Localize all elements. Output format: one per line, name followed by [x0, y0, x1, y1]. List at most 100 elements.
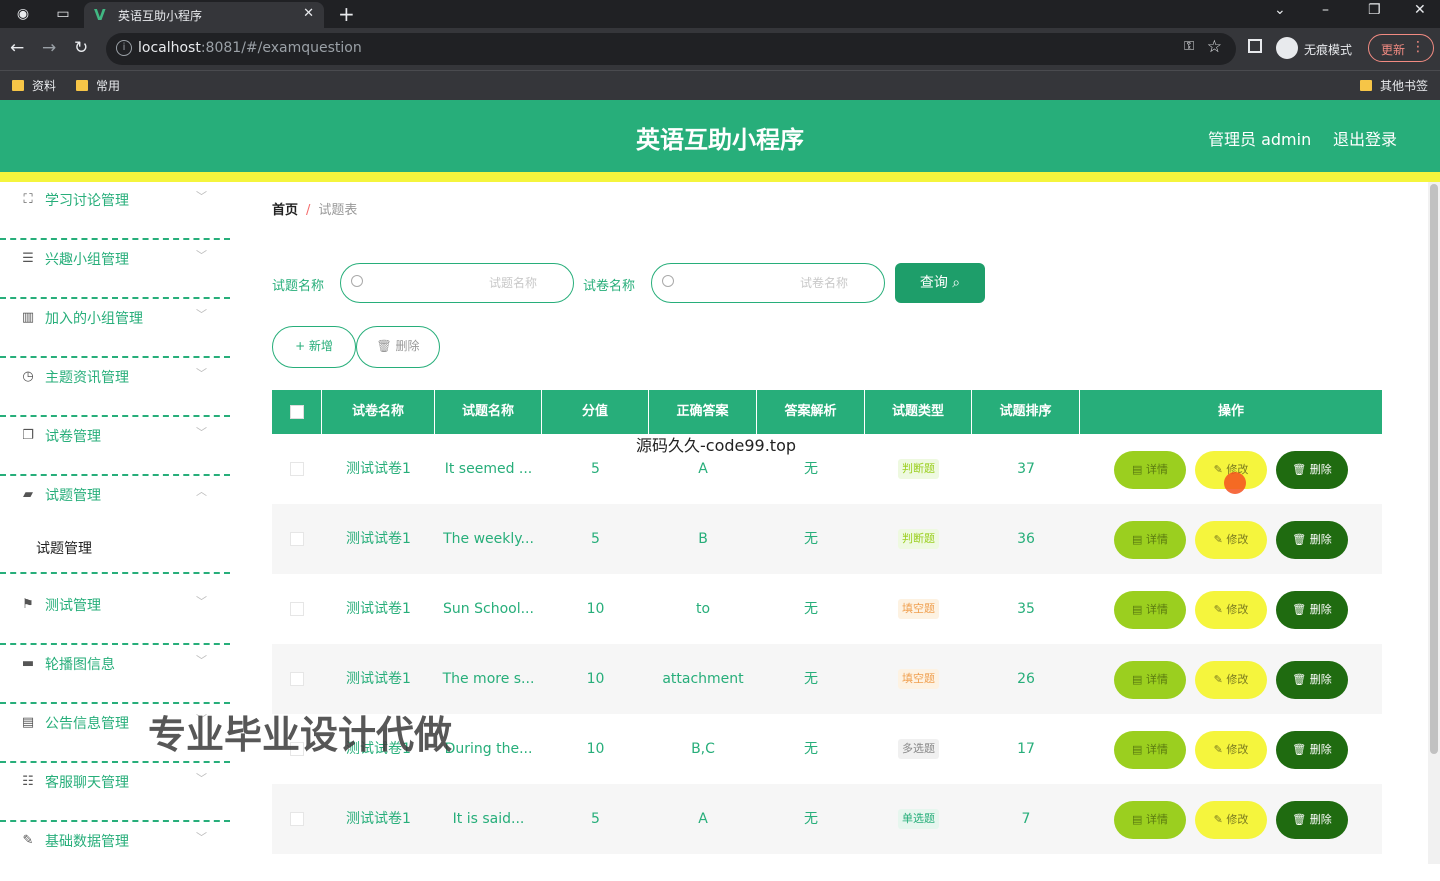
mouse-cursor-indicator: [1224, 472, 1246, 494]
document-icon: ▤: [1132, 673, 1143, 686]
other-bookmarks[interactable]: 其他书签: [1360, 77, 1428, 94]
batch-delete-button[interactable]: 🗑 删除: [356, 326, 440, 368]
cell-score: 5: [591, 531, 600, 547]
tab-search-icon[interactable]: ⌄: [1274, 2, 1286, 18]
paper-name-label: 试卷名称: [583, 279, 636, 294]
key-icon[interactable]: ⚿: [1184, 39, 1194, 54]
more-icon[interactable]: ⋮: [1411, 39, 1425, 55]
sidebar-item-base-data[interactable]: ✎ 基础数据管理 ﹀: [0, 823, 230, 881]
window-close-icon[interactable]: ✕: [1414, 2, 1426, 18]
delete-button[interactable]: 🗑 删除: [1276, 731, 1348, 769]
logout-link[interactable]: 退出登录: [1333, 126, 1397, 150]
page-scrollbar[interactable]: [1428, 182, 1440, 864]
reload-icon[interactable]: ↻: [74, 38, 88, 58]
query-button[interactable]: 查询 ⌕: [895, 263, 985, 303]
row-select-cell: [272, 504, 322, 574]
table-row[interactable]: 测试试卷1 It is said... 5 A 无 单选题 7 ▤ 详情 ✎ 修改 🗑 删除: [272, 784, 1382, 854]
paper-name-field[interactable]: [651, 263, 885, 303]
forward-icon[interactable]: →: [42, 38, 56, 58]
sidebar-item-service-chat[interactable]: ☷ 客服聊天管理 ﹀: [0, 764, 230, 822]
question-type-tag: 单选题: [898, 809, 939, 829]
update-button[interactable]: 更新 ⋮: [1368, 34, 1434, 62]
bookmark-folder[interactable]: 常用: [76, 77, 120, 94]
bookmark-folder[interactable]: 资料: [12, 77, 56, 94]
cell-order: 7: [1021, 811, 1031, 827]
folder-icon: [1360, 80, 1372, 91]
chevron-down-icon: ﹀: [196, 654, 207, 667]
address-bar[interactable]: i localhost:8081/#/examquestion ⚿ ☆: [106, 33, 1236, 65]
sidebar-item-test[interactable]: ⚑ 测试管理 ﹀: [0, 587, 230, 645]
site-info-icon[interactable]: i: [116, 40, 132, 56]
delete-button[interactable]: 🗑 删除: [1276, 451, 1348, 489]
side-panel-icon[interactable]: [1248, 39, 1262, 53]
edit-button[interactable]: ✎ 修改: [1195, 731, 1267, 769]
detail-button[interactable]: ▤ 详情: [1114, 451, 1186, 489]
column-header: 试题排序: [972, 390, 1080, 434]
row-checkbox[interactable]: [290, 602, 304, 616]
cell-answer: A: [698, 811, 708, 827]
table-header: 试卷名称 试题名称 分值 正确答案 答案解析 试题类型 试题排序 操作: [272, 390, 1382, 434]
cell-order: 35: [1017, 601, 1035, 617]
detail-button[interactable]: ▤ 详情: [1114, 801, 1186, 839]
table-row[interactable]: 测试试卷1 The weekly... 5 B 无 判断题 36 ▤ 详情 ✎ 修改 🗑 删除: [272, 504, 1382, 574]
row-checkbox[interactable]: [290, 462, 304, 476]
restore-icon[interactable]: ❐: [1368, 2, 1381, 18]
sidebar-item-discussion[interactable]: ⛶ 学习讨论管理 ﹀: [0, 182, 230, 240]
edit-button[interactable]: ✎ 修改: [1195, 661, 1267, 699]
pencil-icon: ✎: [1213, 813, 1223, 826]
sidebar-item-interest-group[interactable]: ☰ 兴趣小组管理 ﹀: [0, 241, 230, 299]
cell-type: 填空题: [865, 574, 972, 644]
document-icon: ▤: [1132, 603, 1143, 616]
tab-close-icon[interactable]: ✕: [303, 6, 314, 21]
question-name-input[interactable]: [377, 272, 567, 294]
sidebar-item-joined-group[interactable]: ▥ 加入的小组管理 ﹀: [0, 300, 230, 358]
add-button[interactable]: + 新增: [272, 326, 356, 368]
search-icon: [662, 275, 674, 287]
detail-button[interactable]: ▤ 详情: [1114, 591, 1186, 629]
question-name-field[interactable]: [340, 263, 574, 303]
tab-overview-icon[interactable]: ▭: [54, 5, 72, 23]
question-name-label: 试题名称: [272, 279, 325, 294]
scrollbar-thumb[interactable]: [1430, 184, 1438, 754]
edit-button[interactable]: ✎ 修改: [1195, 591, 1267, 629]
sidebar-item-paper[interactable]: ❐ 试卷管理 ﹀: [0, 418, 230, 476]
cell-answer: B,C: [691, 741, 715, 757]
trash-icon: 🗑: [376, 339, 392, 353]
browser-tab[interactable]: V 英语互助小程序 ✕: [84, 2, 324, 28]
cell-question: The weekly...: [443, 531, 534, 547]
row-checkbox[interactable]: [290, 532, 304, 546]
edit-button[interactable]: ✎ 修改: [1195, 801, 1267, 839]
sidebar-item-label: 学习讨论管理: [45, 193, 129, 209]
delete-button[interactable]: 🗑 删除: [1276, 801, 1348, 839]
browser-menu-icon[interactable]: ◉: [14, 5, 32, 23]
overlay-site-text: 源码久久-code99.top: [636, 436, 797, 455]
detail-button[interactable]: ▤ 详情: [1114, 731, 1186, 769]
select-all-checkbox[interactable]: [289, 404, 304, 419]
new-tab-icon[interactable]: +: [338, 2, 355, 26]
detail-button[interactable]: ▤ 详情: [1114, 661, 1186, 699]
column-header: 正确答案: [649, 390, 757, 434]
cell-analysis: 无: [804, 741, 818, 757]
breadcrumb-home[interactable]: 首页: [272, 203, 298, 218]
bookmarks-bar: 资料 常用 其他书签: [0, 70, 1440, 100]
detail-button[interactable]: ▤ 详情: [1114, 521, 1186, 559]
minimize-icon[interactable]: –: [1322, 2, 1329, 18]
delete-button[interactable]: 🗑 删除: [1276, 521, 1348, 559]
sidebar-subitem-label: 试题管理: [36, 541, 92, 557]
sidebar-item-carousel[interactable]: ▬ 轮播图信息 ﹀: [0, 646, 230, 704]
delete-button[interactable]: 🗑 删除: [1276, 661, 1348, 699]
back-icon[interactable]: ←: [10, 38, 24, 58]
chevron-down-icon: ﹀: [196, 367, 207, 380]
table-row[interactable]: 测试试卷1 It seemed ... 5 A 无判断题 37 ▤ 详情 ✎ 修改 🗑 删除: [272, 434, 1382, 504]
paper-name-input[interactable]: [688, 272, 878, 294]
row-checkbox[interactable]: [290, 812, 304, 826]
edit-button[interactable]: ✎ 修改: [1195, 521, 1267, 559]
bookmark-star-icon[interactable]: ☆: [1207, 37, 1222, 57]
sidebar-item-topic-news[interactable]: ◷ 主题资讯管理 ﹀: [0, 359, 230, 417]
sidebar-subitem-question[interactable]: 试题管理: [0, 524, 230, 574]
folder-icon: [12, 80, 24, 91]
delete-button[interactable]: 🗑 删除: [1276, 591, 1348, 629]
row-checkbox[interactable]: [290, 672, 304, 686]
table-row[interactable]: 测试试卷1 Sun School... 10 to 无 填空题 35 ▤ 详情 ✎ 修改 🗑 删除: [272, 574, 1382, 644]
sidebar-item-label: 试卷管理: [45, 429, 101, 445]
